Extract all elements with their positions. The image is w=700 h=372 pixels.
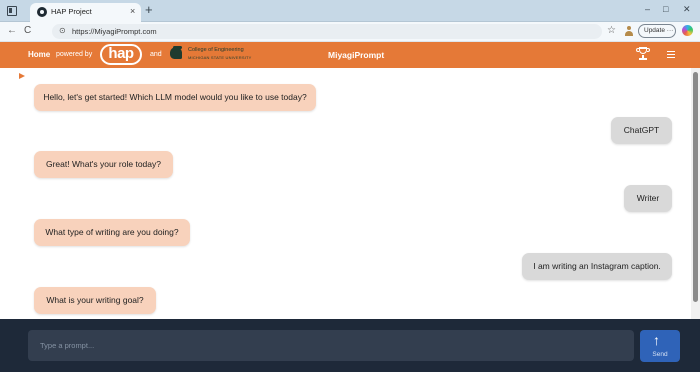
hamburger-menu-icon[interactable] xyxy=(667,51,675,58)
refresh-icon[interactable]: C xyxy=(24,25,31,36)
minimize-icon[interactable]: – xyxy=(645,4,650,14)
maximize-icon[interactable]: □ xyxy=(663,4,668,14)
bot-message: What is your writing goal? xyxy=(34,287,156,314)
update-more-icon: ··· xyxy=(666,27,674,34)
hap-logo: hap xyxy=(100,44,142,65)
address-bar-row: ← C ⊙ https://MiyagiPrompt.com ☆ Update … xyxy=(0,22,700,42)
prompt-input[interactable] xyxy=(28,330,634,361)
chat-scrollbar-thumb[interactable] xyxy=(693,72,698,302)
back-icon[interactable]: ← xyxy=(7,25,17,36)
trophy-icon[interactable] xyxy=(636,47,650,62)
browser-tab[interactable]: HAP Project × xyxy=(30,3,141,22)
college-name: College of Engineering xyxy=(188,47,244,53)
user-message: I am writing an Instagram caption. xyxy=(522,253,672,280)
prompt-footer: ↑ Send xyxy=(0,319,700,372)
bot-message: What type of writing are you doing? xyxy=(34,219,190,246)
browser-tab-strip: HAP Project × + – □ ✕ xyxy=(0,0,700,22)
send-arrow-icon: ↑ xyxy=(653,332,660,348)
copilot-icon[interactable] xyxy=(682,25,693,36)
update-button[interactable]: Update ··· xyxy=(638,24,676,38)
window-menu-icon[interactable] xyxy=(7,6,17,16)
bot-message: Great! What's your role today? xyxy=(34,151,173,178)
user-message: ChatGPT xyxy=(611,117,672,144)
profile-icon[interactable] xyxy=(624,26,634,36)
close-window-icon[interactable]: ✕ xyxy=(683,4,691,15)
update-label: Update xyxy=(644,27,665,34)
and-text: and xyxy=(150,50,162,58)
spartan-helmet-icon xyxy=(169,46,183,63)
app-header: Home powered by hap and College of Engin… xyxy=(0,42,700,68)
college-logo-text: College of Engineering MICHIGAN STATE UN… xyxy=(188,47,252,61)
site-info-icon[interactable]: ⊙ xyxy=(59,26,66,35)
home-link[interactable]: Home xyxy=(28,50,50,59)
powered-by-text: powered by xyxy=(56,50,93,58)
url-text: https://MiyagiPrompt.com xyxy=(72,27,157,36)
tab-title: HAP Project xyxy=(51,7,92,16)
send-label: Send xyxy=(652,351,668,358)
favorite-star-icon[interactable]: ☆ xyxy=(607,25,616,36)
app-title: MiyagiPrompt xyxy=(328,49,385,60)
bot-message: Hello, let's get started! Which LLM mode… xyxy=(34,84,316,111)
send-button[interactable]: ↑ Send xyxy=(640,330,680,362)
tab-close-icon[interactable]: × xyxy=(130,6,135,16)
url-bar[interactable]: ⊙ https://MiyagiPrompt.com xyxy=(52,24,602,39)
user-message: Writer xyxy=(624,185,672,212)
expand-triangle-icon[interactable] xyxy=(19,73,25,79)
university-name: MICHIGAN STATE UNIVERSITY xyxy=(188,55,252,60)
new-tab-icon[interactable]: + xyxy=(145,2,153,17)
favicon-icon xyxy=(37,7,47,17)
